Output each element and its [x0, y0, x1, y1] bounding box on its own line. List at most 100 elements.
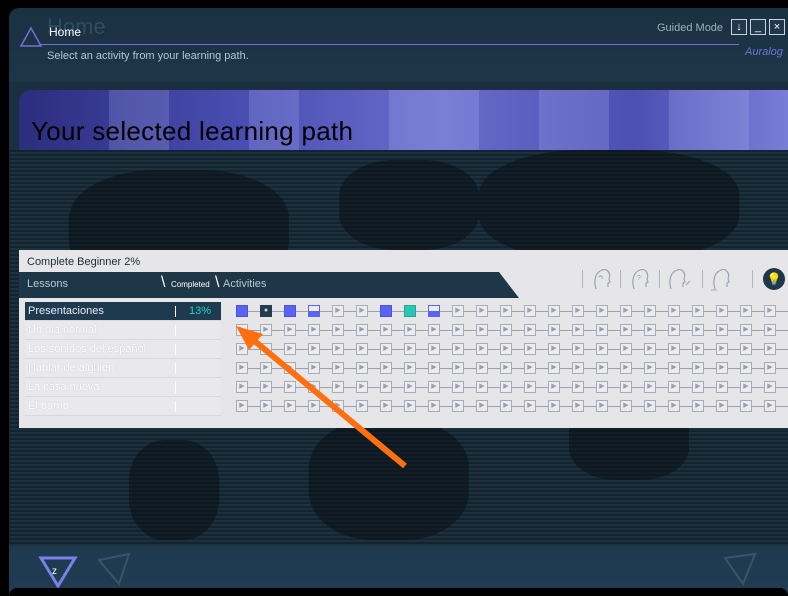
- activity-cell[interactable]: ▶: [572, 400, 584, 412]
- activity-cell[interactable]: ▶: [644, 400, 656, 412]
- activity-cell[interactable]: ▶: [380, 324, 392, 336]
- activity-cell[interactable]: ▶: [284, 400, 296, 412]
- activity-cell[interactable]: [308, 305, 320, 317]
- activity-cell[interactable]: ▶: [596, 324, 608, 336]
- activity-cell[interactable]: ▶: [620, 305, 632, 317]
- activity-cell[interactable]: ▶: [716, 343, 728, 355]
- activity-cell[interactable]: ▶: [308, 400, 320, 412]
- activity-cell[interactable]: ▶: [236, 343, 248, 355]
- activity-cell[interactable]: ▶: [260, 400, 272, 412]
- activity-cell[interactable]: ▶: [428, 400, 440, 412]
- activity-cell[interactable]: ▶: [452, 362, 464, 374]
- activity-cell[interactable]: ▶: [260, 343, 272, 355]
- activity-cell[interactable]: ▶: [764, 343, 776, 355]
- activity-cell[interactable]: ▶: [500, 305, 512, 317]
- activity-cell[interactable]: ▶: [380, 362, 392, 374]
- activity-cell[interactable]: ▶: [356, 305, 368, 317]
- activity-cell[interactable]: ▶: [644, 343, 656, 355]
- activity-cell[interactable]: ▶: [356, 381, 368, 393]
- activity-cell[interactable]: ▶: [692, 324, 704, 336]
- activity-cell[interactable]: ▶: [476, 305, 488, 317]
- activity-cell[interactable]: ▶: [308, 343, 320, 355]
- activity-cell[interactable]: [428, 305, 440, 317]
- activity-cell[interactable]: ▶: [332, 305, 344, 317]
- activity-cell[interactable]: ▶: [356, 400, 368, 412]
- activity-cell[interactable]: ▶: [716, 381, 728, 393]
- activity-cell[interactable]: ▶: [764, 400, 776, 412]
- activity-cell[interactable]: ▶: [404, 400, 416, 412]
- activity-cell[interactable]: ▶: [332, 381, 344, 393]
- activity-cell[interactable]: ●: [260, 305, 272, 317]
- activity-cell[interactable]: ▶: [428, 381, 440, 393]
- activity-cell[interactable]: ▶: [716, 324, 728, 336]
- head-listen-icon[interactable]: [590, 265, 614, 291]
- minimize-button[interactable]: _: [750, 19, 766, 35]
- activity-cell[interactable]: ▶: [476, 362, 488, 374]
- activity-cell[interactable]: ▶: [500, 343, 512, 355]
- activity-cell[interactable]: ▶: [404, 381, 416, 393]
- activity-cell[interactable]: ▶: [236, 362, 248, 374]
- activity-cell[interactable]: ▶: [260, 362, 272, 374]
- activity-cell[interactable]: ▶: [284, 381, 296, 393]
- activity-cell[interactable]: ▶: [308, 362, 320, 374]
- activity-cell[interactable]: ▶: [764, 305, 776, 317]
- activity-cell[interactable]: ▶: [596, 381, 608, 393]
- activity-cell[interactable]: ▶: [284, 343, 296, 355]
- activity-cell[interactable]: ▶: [500, 381, 512, 393]
- activity-cell[interactable]: ▶: [332, 362, 344, 374]
- activity-cell[interactable]: ▶: [740, 305, 752, 317]
- activity-cell[interactable]: ▶: [548, 324, 560, 336]
- activity-cell[interactable]: ▶: [452, 400, 464, 412]
- activity-cell[interactable]: ▶: [524, 324, 536, 336]
- activity-cell[interactable]: ▶: [548, 343, 560, 355]
- activity-cell[interactable]: ▶: [620, 343, 632, 355]
- activity-cell[interactable]: ▶: [740, 324, 752, 336]
- home-triangle-icon[interactable]: [18, 24, 44, 50]
- activity-cell[interactable]: ▶: [740, 400, 752, 412]
- activity-cell[interactable]: ▶: [668, 305, 680, 317]
- activity-cell[interactable]: ▶: [476, 343, 488, 355]
- activity-cell[interactable]: ▶: [332, 343, 344, 355]
- lesson-item[interactable]: Un dia normal: [25, 321, 221, 340]
- activity-cell[interactable]: ▶: [620, 381, 632, 393]
- activity-cell[interactable]: ▶: [476, 381, 488, 393]
- activity-cell[interactable]: ▶: [308, 324, 320, 336]
- activity-cell[interactable]: ▶: [452, 343, 464, 355]
- guided-mode-label[interactable]: Guided Mode: [657, 22, 723, 34]
- activity-cell[interactable]: ▶: [404, 343, 416, 355]
- activity-cell[interactable]: ▶: [308, 381, 320, 393]
- activity-cell[interactable]: ▶: [236, 324, 248, 336]
- activity-cell[interactable]: ▶: [356, 362, 368, 374]
- activity-cell[interactable]: ▶: [572, 343, 584, 355]
- activity-cell[interactable]: ▶: [668, 400, 680, 412]
- activity-cell[interactable]: ▶: [716, 400, 728, 412]
- activity-cell[interactable]: ▶: [692, 400, 704, 412]
- activity-cell[interactable]: ▶: [500, 362, 512, 374]
- activity-cell[interactable]: ▶: [740, 343, 752, 355]
- activity-cell[interactable]: ▶: [524, 343, 536, 355]
- activity-cell[interactable]: ▶: [740, 381, 752, 393]
- download-button[interactable]: ↓: [731, 19, 747, 35]
- activity-cell[interactable]: [380, 305, 392, 317]
- activity-cell[interactable]: ▶: [356, 343, 368, 355]
- activity-cell[interactable]: ▶: [524, 400, 536, 412]
- head-write-icon[interactable]: [709, 265, 733, 291]
- activity-cell[interactable]: ▶: [668, 324, 680, 336]
- activity-cell[interactable]: ▶: [668, 362, 680, 374]
- activity-cell[interactable]: ▶: [572, 381, 584, 393]
- head-think-icon[interactable]: ?: [628, 265, 652, 291]
- activity-cell[interactable]: ▶: [620, 324, 632, 336]
- activity-cell[interactable]: ▶: [764, 381, 776, 393]
- activity-cell[interactable]: ▶: [236, 381, 248, 393]
- activity-cell[interactable]: ▶: [692, 381, 704, 393]
- activity-cell[interactable]: ▶: [236, 400, 248, 412]
- close-button[interactable]: ×: [769, 19, 785, 35]
- activity-cell[interactable]: ▶: [476, 400, 488, 412]
- activity-cell[interactable]: ▶: [644, 324, 656, 336]
- activity-cell[interactable]: ▶: [644, 381, 656, 393]
- activity-cell[interactable]: ▶: [692, 362, 704, 374]
- activity-cell[interactable]: ▶: [620, 400, 632, 412]
- activity-cell[interactable]: ▶: [332, 324, 344, 336]
- lesson-item[interactable]: Los sonidos del español: [25, 340, 221, 359]
- activity-cell[interactable]: ▶: [716, 305, 728, 317]
